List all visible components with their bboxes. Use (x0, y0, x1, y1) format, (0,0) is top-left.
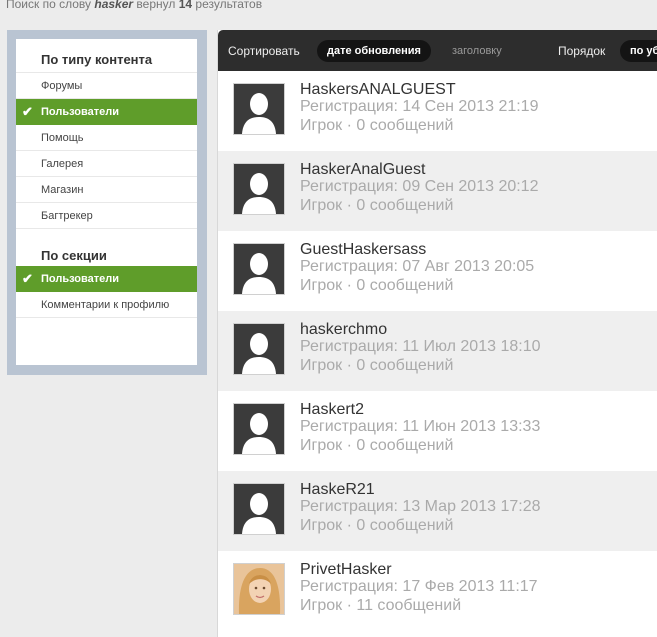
result-row: Haskert2 Регистрация: 11 Июн 2013 13:33 Иг… (218, 391, 657, 471)
sort-label: Сортировать (228, 44, 300, 58)
username-link[interactable]: PrivetHasker (300, 561, 392, 579)
content-type-list: Форумы ✔ Пользователи Помощь Галерея Магазин Б… (16, 73, 197, 229)
summary-prefix: Поиск по слову (6, 0, 92, 11)
check-icon: ✔ (22, 271, 33, 286)
user-stats: Игрок · 0 сообщений (300, 437, 454, 454)
sidebar-item-label: Багтрекер (41, 210, 93, 222)
summary-suffix: результатов (195, 0, 263, 11)
search-results-page: Поиск по слову hasker вернул 14 результа… (0, 0, 657, 637)
default-avatar-icon[interactable] (233, 323, 285, 375)
sort-by-date-button[interactable]: дате обновления (317, 40, 431, 62)
default-avatar-icon[interactable] (233, 163, 285, 215)
summary-count: 14 (178, 0, 193, 11)
section-list: ✔ Пользователи Комментарии к профилю (16, 266, 197, 318)
username-link[interactable]: HaskerAnalGuest (300, 161, 425, 179)
user-stats: Игрок · 0 сообщений (300, 517, 454, 534)
summary-middle: вернул (136, 0, 176, 11)
user-stats: Игрок · 0 сообщений (300, 357, 454, 374)
registration-date: Регистрация: 13 Мар 2013 17:28 (300, 498, 541, 515)
sidebar-item-content-0[interactable]: Форумы (16, 73, 197, 99)
section-heading: По секции (41, 248, 107, 263)
registration-date: Регистрация: 07 Авг 2013 20:05 (300, 258, 535, 275)
default-avatar-icon[interactable] (233, 483, 285, 535)
sidebar-item-label: Пользователи (41, 273, 120, 285)
username-link[interactable]: GuestHaskersass (300, 241, 426, 259)
results-panel: Сортировать дате обновления заголовку По… (217, 30, 657, 637)
sidebar-item-label: Помощь (41, 132, 84, 144)
sidebar-item-section-1[interactable]: Комментарии к профилю (16, 292, 197, 318)
search-summary: Поиск по слову hasker вернул 14 результа… (6, 0, 262, 11)
username-link[interactable]: Haskert2 (300, 401, 364, 419)
registration-date: Регистрация: 14 Сен 2013 21:19 (300, 98, 539, 115)
user-stats: Игрок · 11 сообщений (300, 597, 462, 614)
sidebar-item-content-3[interactable]: Галерея (16, 151, 197, 177)
result-row: HaskersANALGUEST Регистрация: 14 Сен 2013… (218, 71, 657, 151)
user-stats: Игрок · 0 сообщений (300, 277, 454, 294)
filter-panel: По типу контента Форумы ✔ Пользователи Помо… (16, 39, 197, 365)
username-link[interactable]: HaskersANALGUEST (300, 81, 456, 99)
results-list: HaskersANALGUEST Регистрация: 14 Сен 2013… (218, 71, 657, 631)
check-icon: ✔ (22, 104, 33, 119)
registration-date: Регистрация: 11 Июл 2013 18:10 (300, 338, 541, 355)
sort-by-title-link[interactable]: заголовку (452, 45, 502, 57)
sidebar-item-content-1[interactable]: ✔ Пользователи (16, 99, 197, 125)
result-row: HaskeR21 Регистрация: 13 Мар 2013 17:28 Иг… (218, 471, 657, 551)
sidebar-item-label: Форумы (41, 80, 83, 92)
sidebar-item-section-0[interactable]: ✔ Пользователи (16, 266, 197, 292)
user-stats: Игрок · 0 сообщений (300, 117, 454, 134)
sort-bar: Сортировать дате обновления заголовку По… (218, 30, 657, 71)
registration-date: Регистрация: 11 Июн 2013 13:33 (300, 418, 541, 435)
result-row: HaskerAnalGuest Регистрация: 09 Сен 2013 … (218, 151, 657, 231)
filter-sidebar: По типу контента Форумы ✔ Пользователи Помо… (7, 30, 207, 375)
user-stats: Игрок · 0 сообщений (300, 197, 454, 214)
registration-date: Регистрация: 09 Сен 2013 20:12 (300, 178, 539, 195)
registration-date: Регистрация: 17 Фев 2013 11:17 (300, 578, 538, 595)
user-photo-avatar[interactable] (233, 563, 285, 615)
sidebar-item-content-2[interactable]: Помощь (16, 125, 197, 151)
content-type-heading: По типу контента (16, 39, 197, 73)
sidebar-item-label: Магазин (41, 184, 84, 196)
result-row: PrivetHasker Регистрация: 17 Фев 2013 11:… (218, 551, 657, 631)
sidebar-item-content-5[interactable]: Багтрекер (16, 203, 197, 229)
summary-query: hasker (94, 0, 134, 11)
sidebar-item-content-4[interactable]: Магазин (16, 177, 197, 203)
username-link[interactable]: HaskeR21 (300, 481, 375, 499)
result-row: GuestHaskersass Регистрация: 07 Авг 2013 … (218, 231, 657, 311)
default-avatar-icon[interactable] (233, 403, 285, 455)
sidebar-item-label: Комментарии к профилю (41, 299, 170, 311)
sidebar-item-label: Галерея (41, 158, 84, 170)
order-descending-button[interactable]: по убыванию (620, 40, 657, 62)
result-row: haskerchmo Регистрация: 11 Июл 2013 18:10… (218, 311, 657, 391)
default-avatar-icon[interactable] (233, 83, 285, 135)
username-link[interactable]: haskerchmo (300, 321, 387, 339)
sidebar-item-label: Пользователи (41, 106, 120, 118)
order-label: Порядок (558, 44, 606, 58)
default-avatar-icon[interactable] (233, 243, 285, 295)
